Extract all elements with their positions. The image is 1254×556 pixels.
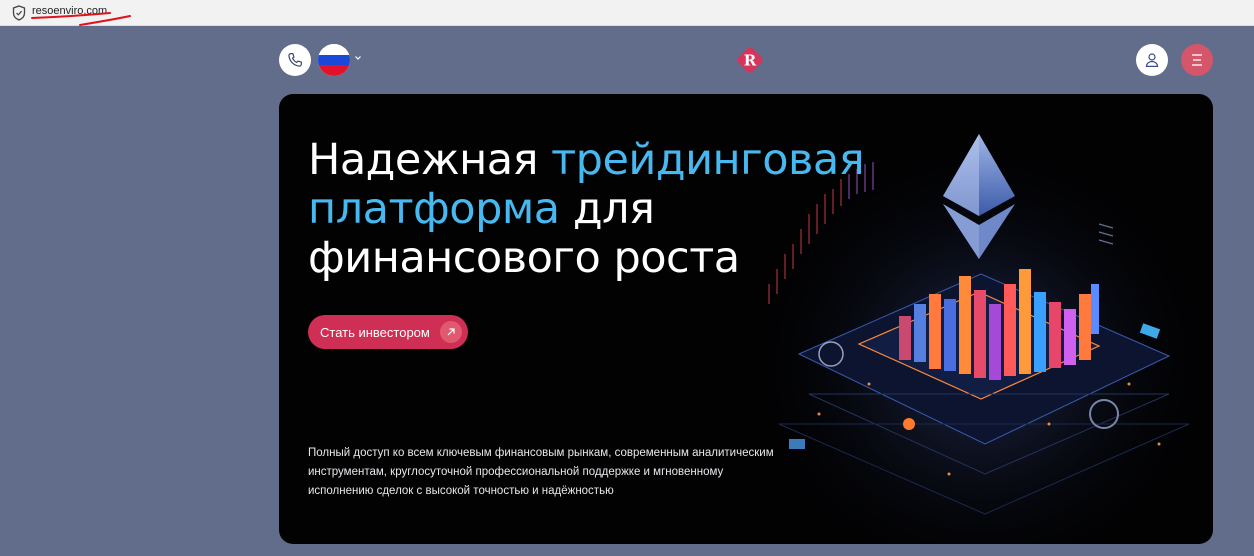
- red-underline-annotation: [31, 12, 131, 26]
- user-icon: [1145, 53, 1159, 67]
- hero-title: Надежная трейдинговая платформа для финанс…: [308, 136, 928, 283]
- hero-title-part2: для: [559, 184, 655, 234]
- hero-title-part1: Надежная: [308, 135, 552, 185]
- user-account-button[interactable]: [1136, 44, 1168, 76]
- phone-button[interactable]: [279, 44, 311, 76]
- flag-blue-stripe: [318, 54, 350, 66]
- menu-icon: [1192, 54, 1202, 66]
- arrow-up-right-icon: [440, 321, 462, 343]
- hero-description: Полный доступ ко всем ключевым финансовы…: [308, 447, 774, 497]
- svg-text:R: R: [744, 52, 757, 70]
- flag-red-stripe: [318, 65, 350, 76]
- browser-address-bar[interactable]: resoenviro.com: [0, 0, 1254, 26]
- language-flag-button[interactable]: [318, 44, 350, 76]
- reso-r-logo[interactable]: R: [733, 43, 767, 77]
- phone-icon: [288, 53, 302, 67]
- shield-icon: [12, 5, 26, 21]
- hero-card: Надежная трейдинговая платформа для финанс…: [279, 94, 1213, 544]
- hero-title-accent1: трейдинговая: [551, 135, 865, 185]
- chevron-down-icon[interactable]: [354, 54, 362, 62]
- become-investor-button[interactable]: Стать инвестором: [308, 315, 468, 349]
- flag-white-stripe: [318, 44, 350, 55]
- hero-title-accent2: платформа: [308, 184, 560, 234]
- menu-button[interactable]: [1181, 44, 1213, 76]
- cta-label: Стать инвестором: [320, 324, 430, 340]
- hero-title-line3: финансового роста: [308, 233, 740, 283]
